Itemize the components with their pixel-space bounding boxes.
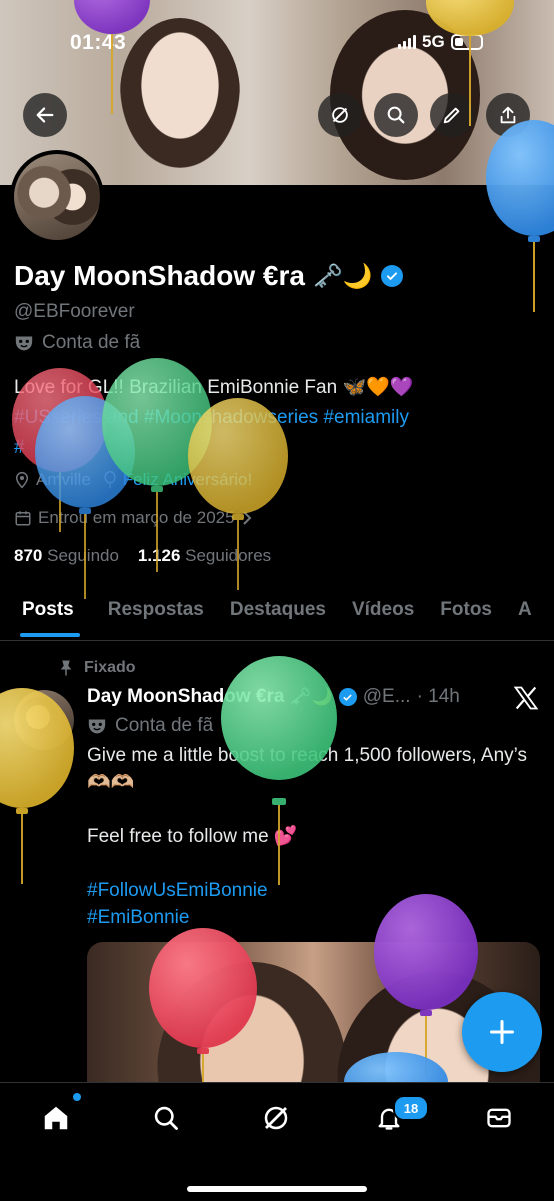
following-link[interactable]: 870 Seguindo <box>14 546 119 565</box>
joined-date[interactable]: Entrou em março de 2025 <box>14 508 253 528</box>
plus-icon <box>489 1019 515 1045</box>
bottom-navigation: 18 <box>0 1082 554 1201</box>
mask-icon <box>88 719 106 734</box>
followers-count: 1.126 <box>137 546 181 565</box>
search-icon <box>154 1106 178 1130</box>
birthday-text[interactable]: Feliz Aniversário! <box>123 470 252 490</box>
display-name-text: Day MoonShadow €ra <box>14 260 305 291</box>
back-button[interactable] <box>23 93 67 137</box>
status-indicators: 5G <box>398 32 483 52</box>
grok-icon <box>264 1106 288 1130</box>
display-name: Day MoonShadow €ra 🗝️🌙 <box>14 260 403 292</box>
nav-messages[interactable] <box>482 1101 516 1135</box>
nav-grok[interactable] <box>259 1101 293 1135</box>
notifications-badge: 18 <box>393 1095 429 1121</box>
verified-badge-icon <box>338 688 357 706</box>
nav-search[interactable] <box>149 1101 183 1135</box>
fan-label-text: Conta de fã <box>42 332 141 353</box>
chevron-right-icon <box>242 511 251 525</box>
post-time: · 14h <box>416 686 460 707</box>
profile-avatar[interactable] <box>10 150 104 244</box>
post-hashtag[interactable]: #EmiBonnie <box>87 907 189 928</box>
location-text: Amville <box>36 470 91 489</box>
pinned-label: Fixado <box>84 659 136 676</box>
post-fan-label: Conta de fã <box>87 715 213 737</box>
profile-tabs: Posts Respostas Destaques Vídeos Fotos A <box>0 592 554 641</box>
fan-account-label[interactable]: Conta de fã <box>14 332 140 354</box>
share-button[interactable] <box>486 93 530 137</box>
post-text: Give me a little boost to reach 1,500 fo… <box>87 745 528 847</box>
tab-more[interactable]: A <box>518 592 532 640</box>
pin-icon <box>60 660 72 676</box>
followers-label: Seguidores <box>185 546 272 565</box>
mail-icon <box>487 1108 511 1128</box>
home-icon <box>44 1106 68 1130</box>
tab-highlights[interactable]: Destaques <box>230 592 326 640</box>
tab-photos[interactable]: Fotos <box>440 592 492 640</box>
profile-handle: @EBFoorever <box>14 301 135 322</box>
post-body: Give me a little boost to reach 1,500 fo… <box>87 742 537 931</box>
battery-icon <box>450 34 483 50</box>
post-author-avatar[interactable] <box>14 690 74 750</box>
post-author-handle: @E... <box>362 686 411 707</box>
bio-hashtag[interactable]: #USseries and #Moonshadowseries <box>14 407 318 428</box>
nav-home[interactable] <box>39 1101 73 1135</box>
home-indicator[interactable] <box>187 1186 367 1192</box>
x-logo-icon <box>512 684 540 717</box>
edit-button[interactable] <box>430 93 474 137</box>
search-icon <box>387 106 405 124</box>
tab-posts[interactable]: Posts <box>20 592 80 640</box>
bio-emoji: 🦋🧡💜 <box>342 377 414 398</box>
profile-meta: Amville Feliz Aniversário! <box>14 470 252 490</box>
mask-icon <box>15 336 33 351</box>
grok-icon <box>332 107 348 123</box>
location-icon <box>15 472 29 489</box>
share-icon <box>500 106 516 124</box>
bio-text: Love for GL!! Brazilian EmiBonnie Fan <box>14 377 343 398</box>
compose-button[interactable] <box>462 992 542 1072</box>
bio-hashtag[interactable]: # <box>14 437 25 458</box>
bio-hashtag[interactable]: #emiamily <box>323 407 409 428</box>
post-author-emoji: 🗝️🌙 <box>290 687 333 706</box>
pinned-indicator: Fixado <box>58 659 136 677</box>
following-count: 870 <box>14 546 43 565</box>
verified-badge-icon[interactable] <box>380 265 403 287</box>
post-hashtag[interactable]: #FollowUsEmiBonnie <box>87 880 268 901</box>
network-label: 5G <box>422 32 445 51</box>
pencil-icon <box>443 107 460 124</box>
calendar-icon <box>15 511 31 526</box>
name-emoji: 🗝️🌙 <box>312 262 373 290</box>
grok-button[interactable] <box>318 93 362 137</box>
post-author-name[interactable]: Day MoonShadow €ra <box>87 686 284 708</box>
post-fan-label-text: Conta de fã <box>115 715 214 736</box>
following-label: Seguindo <box>47 546 119 565</box>
search-button[interactable] <box>374 93 418 137</box>
joined-text: Entrou em março de 2025 <box>38 508 235 527</box>
post-header: Day MoonShadow €ra 🗝️🌙 @E... · 14h <box>87 686 460 708</box>
back-arrow-icon <box>36 107 54 123</box>
followers-link[interactable]: 1.126 Seguidores <box>138 546 271 565</box>
status-time: 01:43 <box>70 31 127 54</box>
profile-bio: Love for GL!! Brazilian EmiBonnie Fan 🦋🧡… <box>14 373 544 463</box>
signal-icon <box>398 35 416 49</box>
tab-replies[interactable]: Respostas <box>108 592 204 640</box>
tab-videos[interactable]: Vídeos <box>352 592 414 640</box>
balloon-icon <box>104 471 116 489</box>
home-unread-dot <box>73 1093 81 1101</box>
follow-counts: 870 Seguindo 1.126 Seguidores <box>14 546 271 566</box>
